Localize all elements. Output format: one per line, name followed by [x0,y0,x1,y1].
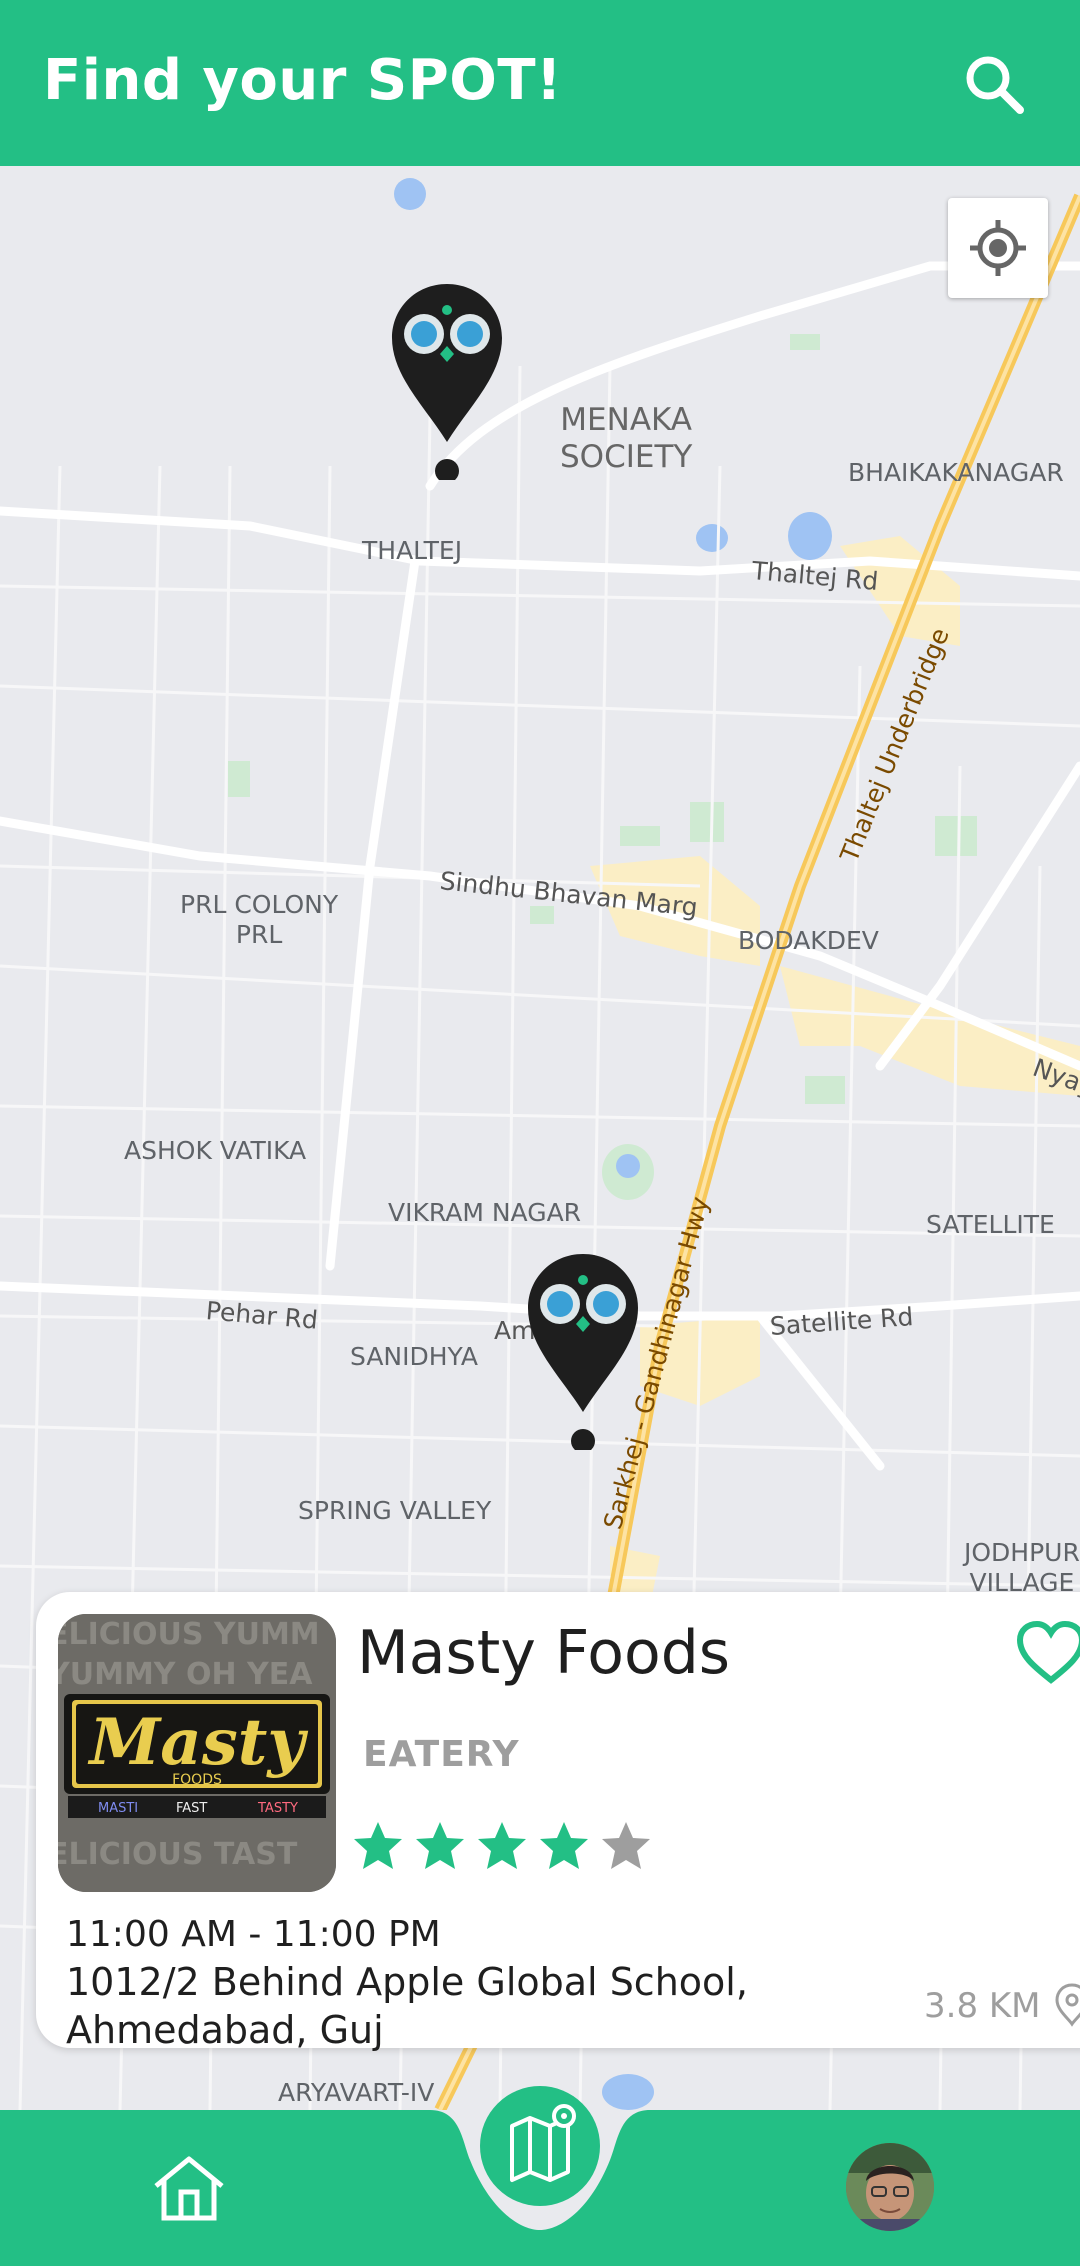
map-label-sanidhya: SANIDHYA [350,1342,478,1371]
svg-text:Masty: Masty [87,1705,308,1780]
profile-avatar[interactable] [846,2143,934,2231]
svg-text:MASTI: MASTI [98,1801,138,1816]
map-label-aryavart: ARYAVART-IV [278,2078,435,2107]
home-icon[interactable] [150,2154,228,2224]
star-icon [602,1822,650,1869]
search-icon[interactable] [960,50,1030,120]
map-label-thaltej: THALTEJ [362,536,463,565]
spot-name: Masty Foods [357,1618,731,1688]
map-label-menaka: MENAKA SOCIETY [560,402,693,476]
svg-text:FOODS: FOODS [172,1772,222,1788]
map-label-prl-colony: PRL COLONY PRL [180,890,339,949]
spot-thumbnail: ELICIOUS YUMM YUMMY OH YEA ELICIOUS TAST… [58,1614,336,1892]
location-pin-icon [1052,1982,1080,2028]
map-label-bodakdev: BODAKDEV [738,926,879,955]
map-nav-button[interactable] [480,2086,600,2206]
page-title: Find your SPOT! [43,48,563,113]
spot-address: 1012/2 Behind Apple Global School, Ahmed… [66,1960,748,2052]
star-icon [354,1822,402,1869]
map-label-jodhpur-village: JODHPUR VILLAGE [964,1538,1080,1597]
svg-text:FAST: FAST [176,1801,207,1816]
spot-hours: 11:00 AM - 11:00 PM [66,1914,441,1955]
my-location-icon [970,220,1026,276]
map-label-spring-valley: SPRING VALLEY [298,1496,492,1525]
spot-distance: 3.8 KM [924,1986,1041,2026]
svg-text:YUMMY OH YEA: YUMMY OH YEA [58,1657,313,1692]
map-label-bhaikakanagar: BHAIKAKANAGAR [848,458,1064,487]
star-icon [478,1822,526,1869]
star-icon [416,1822,464,1869]
map-label-ashok-vatika: ASHOK VATIKA [124,1136,307,1165]
spot-pin[interactable] [526,1250,640,1453]
svg-text:ELICIOUS TAST: ELICIOUS TAST [58,1837,298,1872]
star-icon [540,1822,588,1869]
svg-text:ELICIOUS YUMM: ELICIOUS YUMM [58,1617,320,1652]
svg-text:TASTY: TASTY [257,1801,298,1816]
spot-pin[interactable] [390,280,504,483]
rating-stars [352,1820,652,1872]
app-bar: Find your SPOT! [0,0,1080,166]
map-label-vikram-nagar: VIKRAM NAGAR [388,1198,582,1227]
favorite-heart-icon[interactable] [1016,1620,1080,1686]
map-icon [510,2104,576,2182]
spot-category: EATERY [363,1734,520,1775]
map-label-satellite: SATELLITE [926,1210,1055,1239]
my-location-button[interactable] [948,198,1048,298]
